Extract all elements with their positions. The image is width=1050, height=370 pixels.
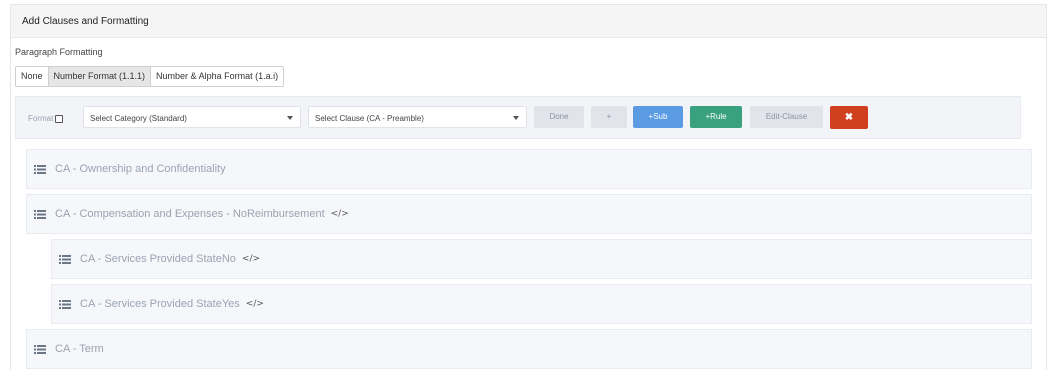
format-none-button[interactable]: None bbox=[16, 67, 49, 86]
format-number-button[interactable]: Number Format (1.1.1) bbox=[48, 67, 152, 86]
add-sub-button[interactable]: +Sub bbox=[633, 106, 683, 128]
add-button[interactable]: + bbox=[591, 106, 627, 128]
list-icon bbox=[59, 254, 71, 264]
paragraph-formatting-label: Paragraph Formatting bbox=[15, 47, 103, 57]
done-button[interactable]: Done bbox=[534, 106, 584, 128]
edit-clause-button[interactable]: Edit-Clause bbox=[750, 106, 823, 128]
format-number-alpha-button[interactable]: Number & Alpha Format (1.a.i) bbox=[151, 67, 284, 86]
code-icon[interactable]: </> bbox=[242, 254, 260, 264]
clause-label: CA - Ownership and Confidentiality bbox=[55, 163, 226, 175]
format-label: Format bbox=[28, 114, 54, 123]
clause-toolbar: Format Select Category (Standard) Select… bbox=[15, 96, 1021, 139]
chevron-down-icon bbox=[287, 116, 293, 120]
list-icon bbox=[34, 209, 46, 219]
list-icon bbox=[34, 164, 46, 174]
list-icon bbox=[34, 344, 46, 354]
panel-title: Add Clauses and Formatting bbox=[11, 5, 1046, 38]
category-select[interactable]: Select Category (Standard) bbox=[83, 106, 301, 128]
paragraph-format-toggle: None Number Format (1.1.1) Number & Alph… bbox=[15, 66, 285, 87]
format-checkbox[interactable] bbox=[55, 114, 64, 123]
clause-label: CA - Services Provided StateYes bbox=[80, 298, 240, 310]
times-icon: ✖ bbox=[844, 112, 854, 123]
clause-label: CA - Compensation and Expenses - NoReimb… bbox=[55, 208, 325, 220]
clause-row[interactable]: CA - Term bbox=[26, 329, 1032, 369]
clause-row[interactable]: CA - Ownership and Confidentiality bbox=[26, 149, 1032, 189]
code-icon[interactable]: </> bbox=[331, 209, 349, 219]
clause-select-value: Select Clause (CA - Preamble) bbox=[315, 114, 424, 123]
category-select-value: Select Category (Standard) bbox=[90, 114, 187, 123]
code-icon[interactable]: </> bbox=[246, 299, 264, 309]
sub-clause-row[interactable]: CA - Services Provided StateYes </> bbox=[51, 284, 1032, 324]
add-rule-button[interactable]: +Rule bbox=[690, 106, 742, 128]
clause-label: CA - Services Provided StateNo bbox=[80, 253, 236, 265]
format-checkbox-label[interactable]: Format bbox=[28, 114, 64, 123]
clause-row[interactable]: CA - Compensation and Expenses - NoReimb… bbox=[26, 194, 1032, 234]
chevron-down-icon bbox=[513, 116, 519, 120]
clause-select[interactable]: Select Clause (CA - Preamble) bbox=[308, 106, 527, 128]
list-icon bbox=[59, 299, 71, 309]
clause-label: CA - Term bbox=[55, 343, 104, 355]
sub-clause-row[interactable]: CA - Services Provided StateNo </> bbox=[51, 239, 1032, 279]
delete-button[interactable]: ✖ bbox=[830, 106, 868, 129]
